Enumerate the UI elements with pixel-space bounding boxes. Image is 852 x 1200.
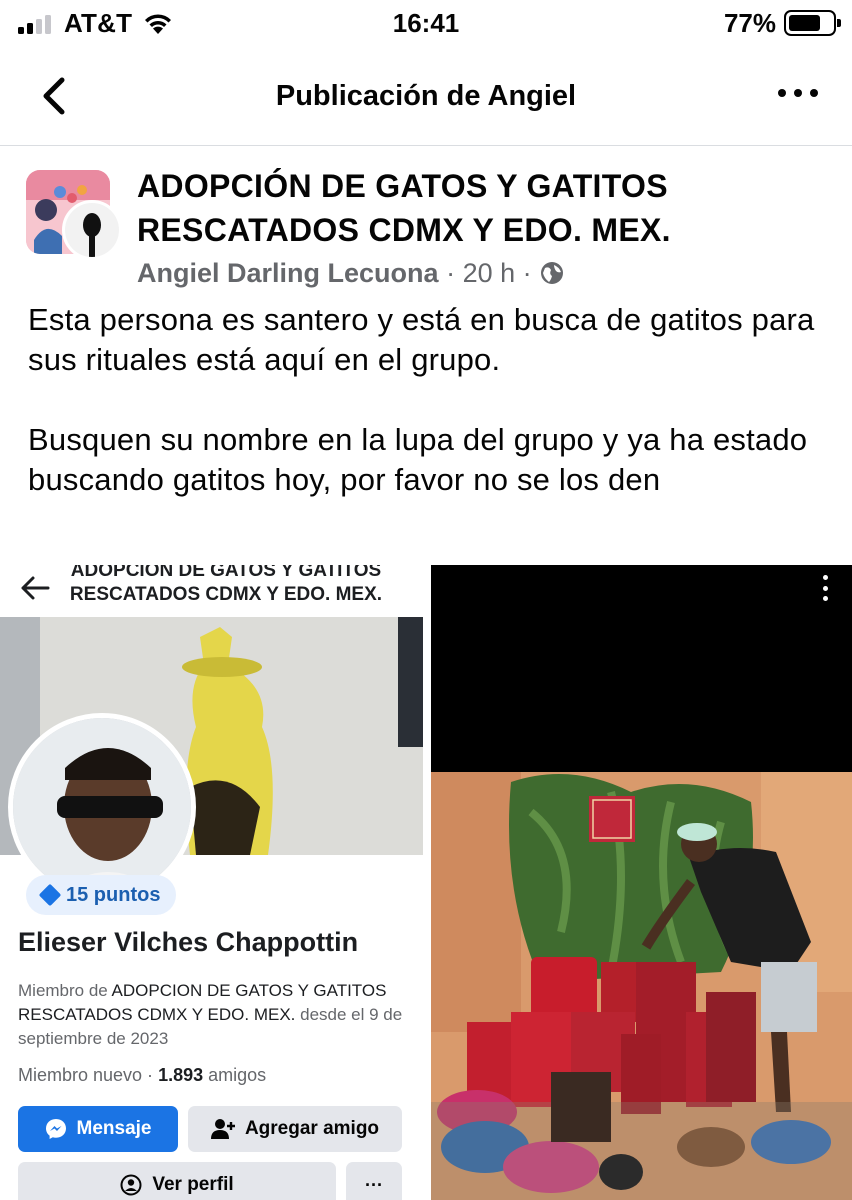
view-profile-label: Ver perfil: [152, 1174, 234, 1195]
member-prefix: Miembro de: [18, 981, 112, 1000]
attached-image-profile-screenshot[interactable]: ADOPCION DE GATOS Y GATITOS RESCATADOS C…: [0, 565, 423, 1200]
screenshot-topbar: ADOPCION DE GATOS Y GATITOS RESCATADOS C…: [0, 565, 423, 617]
photo-more-button[interactable]: [820, 575, 830, 601]
post-paragraph-2: Busquen su nombre en la lupa del grupo y…: [28, 422, 808, 497]
friends-count: 1.893: [158, 1065, 204, 1085]
points-label: 15 puntos: [66, 883, 161, 906]
post-time[interactable]: 20 h: [463, 258, 516, 288]
add-friend-icon: [210, 1119, 235, 1139]
altar-photo: [431, 772, 852, 1200]
battery-percentage: 77%: [723, 8, 776, 38]
page-title: Publicación de Angiel: [275, 80, 577, 112]
nav-bar: Publicación de Angiel: [0, 48, 852, 146]
screenshot-group-title: ADOPCION DE GATOS Y GATITOS RESCATADOS C…: [69, 565, 383, 605]
member-status-label: Miembro nuevo ·: [18, 1065, 159, 1085]
status-bar: AT&T 16:41 77%: [0, 0, 852, 48]
more-horizontal-icon: [778, 89, 786, 97]
message-button-label: Mensaje: [76, 1118, 152, 1139]
battery-icon: [784, 10, 841, 36]
add-friend-label: Agregar amigo: [244, 1118, 380, 1139]
messenger-icon: [45, 1119, 66, 1139]
post-paragraph-1: Esta persona es santero y está en busca …: [28, 302, 815, 377]
author-avatar[interactable]: [62, 200, 122, 260]
user-circle-icon: [120, 1174, 142, 1196]
author-avatar-image: [65, 203, 119, 257]
points-badge[interactable]: 15 puntos: [26, 875, 177, 915]
add-friend-button[interactable]: Agregar amigo: [188, 1106, 402, 1152]
profile-name: Elieser Vilches Chappottin: [18, 927, 359, 957]
member-description: Miembro de ADOPCION DE GATOS Y GATITOS R…: [18, 979, 408, 1051]
globe-icon: [541, 262, 564, 284]
more-options-button[interactable]: [778, 86, 818, 100]
profile-more-button[interactable]: ···: [346, 1162, 402, 1200]
attached-image-altar-photo[interactable]: [431, 565, 852, 1200]
message-button[interactable]: Mensaje: [18, 1106, 178, 1152]
meta-separator-2: ·: [522, 258, 532, 288]
author-name-link[interactable]: Angiel Darling Lecuona: [137, 258, 439, 288]
profile-picture[interactable]: [8, 713, 196, 901]
group-name-link[interactable]: ADOPCIÓN DE GATOS Y GATITOS RESCATADOS C…: [137, 164, 827, 252]
more-vertical-icon: [822, 575, 828, 580]
meta-separator: ·: [446, 258, 456, 288]
diamond-icon: [38, 883, 62, 907]
post-meta: Angiel Darling Lecuona · 20 h ·: [137, 258, 565, 289]
view-profile-button[interactable]: Ver perfil: [18, 1162, 336, 1200]
post-body: Esta persona es santero y está en busca …: [28, 300, 828, 500]
arrow-left-icon: [21, 576, 50, 600]
member-status: Miembro nuevo · 1.893 amigos: [18, 1065, 266, 1086]
friends-label: amigos: [203, 1065, 267, 1085]
